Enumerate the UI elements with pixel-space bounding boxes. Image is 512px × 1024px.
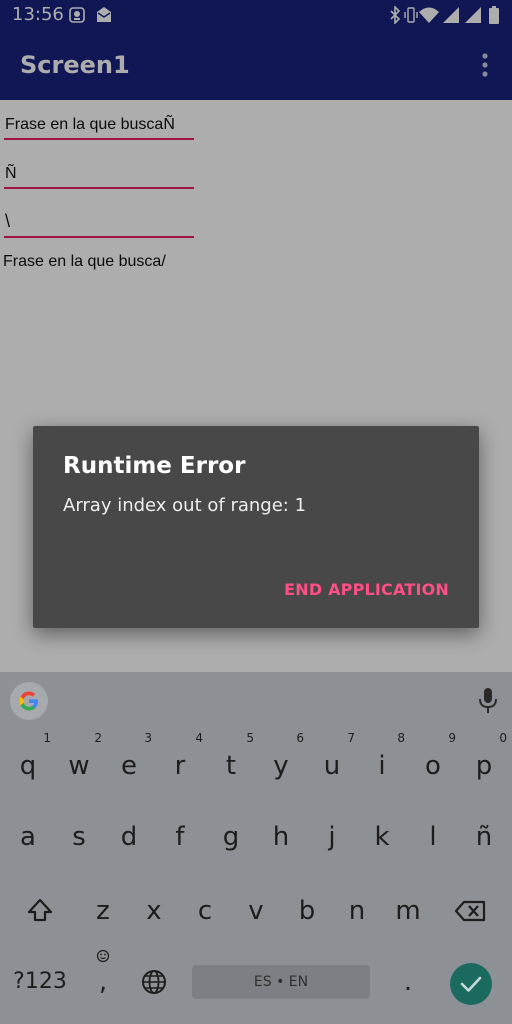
enter-key[interactable]: [450, 963, 492, 1005]
key-w[interactable]: w2: [54, 731, 104, 791]
key-r-hint: 4: [195, 731, 203, 745]
key-j-label: j: [328, 822, 336, 852]
symbols-key-label: ?123: [13, 969, 67, 994]
keyboard-toolbar: [0, 672, 512, 728]
backspace-key[interactable]: [446, 886, 496, 936]
key-s-label: s: [72, 822, 86, 852]
key-t-hint: 5: [246, 731, 254, 745]
key-a[interactable]: a: [3, 812, 53, 862]
key-e-hint: 3: [144, 731, 152, 745]
key-n-tilde[interactable]: ñ: [459, 812, 509, 862]
key-p-label: p: [475, 751, 493, 781]
key-i[interactable]: i8: [357, 731, 407, 791]
key-d[interactable]: d: [104, 812, 154, 862]
key-u-hint: 7: [347, 731, 355, 745]
key-v[interactable]: v: [231, 886, 281, 936]
keyboard: q1 w2 e3 r4 t5 y6 u7 i8 o9 p0 a s d f g …: [0, 672, 512, 1024]
language-key[interactable]: [129, 957, 179, 1007]
key-m-label: m: [395, 896, 421, 926]
key-q-hint: 1: [43, 731, 51, 745]
key-w-label: w: [68, 751, 90, 781]
key-n-tilde-label: ñ: [475, 822, 493, 852]
google-search-button[interactable]: [10, 682, 48, 720]
check-icon: [460, 976, 482, 992]
symbols-key[interactable]: ?123: [10, 957, 70, 1007]
key-t-label: t: [225, 751, 237, 781]
emoji-icon: [96, 949, 110, 963]
comma-key[interactable]: ,: [78, 949, 128, 1007]
key-l-label: l: [429, 822, 437, 852]
space-bar[interactable]: ES • EN: [192, 965, 370, 999]
key-r-label: r: [174, 751, 186, 781]
key-m[interactable]: m: [383, 886, 433, 936]
globe-icon: [142, 970, 166, 994]
key-u[interactable]: u7: [307, 731, 357, 791]
key-h-label: h: [272, 822, 290, 852]
key-k-label: k: [374, 822, 390, 852]
google-icon: [19, 691, 38, 711]
backspace-icon: [454, 900, 486, 922]
key-o[interactable]: o9: [408, 731, 458, 791]
key-y-label: y: [273, 751, 289, 781]
key-z[interactable]: z: [78, 886, 128, 936]
key-n[interactable]: n: [332, 886, 382, 936]
key-e-label: e: [121, 751, 137, 781]
dialog-message: Array index out of range: 1: [63, 495, 307, 516]
key-f-label: f: [175, 822, 185, 852]
key-i-hint: 8: [397, 731, 405, 745]
key-x-label: x: [146, 896, 162, 926]
key-x[interactable]: x: [129, 886, 179, 936]
key-n-label: n: [348, 896, 366, 926]
key-k[interactable]: k: [357, 812, 407, 862]
mic-icon[interactable]: [476, 686, 500, 716]
key-d-label: d: [120, 822, 138, 852]
key-b-label: b: [298, 896, 316, 926]
key-o-hint: 9: [448, 731, 456, 745]
key-p[interactable]: p0: [459, 731, 509, 791]
key-g-label: g: [222, 822, 240, 852]
key-c-label: c: [197, 896, 213, 926]
end-application-button[interactable]: END APPLICATION: [284, 580, 449, 600]
key-h[interactable]: h: [256, 812, 306, 862]
error-dialog: Runtime Error Array index out of range: …: [33, 426, 479, 628]
key-u-label: u: [323, 751, 341, 781]
shift-icon: [27, 898, 53, 922]
period-key-label: .: [403, 967, 413, 997]
key-e[interactable]: e3: [104, 731, 154, 791]
key-c[interactable]: c: [180, 886, 230, 936]
key-v-label: v: [248, 896, 264, 926]
dialog-title: Runtime Error: [63, 453, 246, 479]
key-z-label: z: [96, 896, 110, 926]
key-s[interactable]: s: [54, 812, 104, 862]
key-r[interactable]: r4: [155, 731, 205, 791]
period-key[interactable]: .: [383, 957, 433, 1007]
comma-key-label: ,: [98, 967, 108, 997]
key-y[interactable]: y6: [256, 731, 306, 791]
key-a-label: a: [20, 822, 36, 852]
key-f[interactable]: f: [155, 812, 205, 862]
key-o-label: o: [425, 751, 441, 781]
key-j[interactable]: j: [307, 812, 357, 862]
key-g[interactable]: g: [206, 812, 256, 862]
screen: 13:56 Screen1 Frase en la que buscaÑ Ñ \…: [0, 0, 512, 1024]
key-t[interactable]: t5: [206, 731, 256, 791]
key-i-label: i: [378, 751, 386, 781]
key-p-hint: 0: [499, 731, 507, 745]
shift-key[interactable]: [15, 886, 65, 936]
key-l[interactable]: l: [408, 812, 458, 862]
key-y-hint: 6: [296, 731, 304, 745]
key-w-hint: 2: [94, 731, 102, 745]
key-b[interactable]: b: [282, 886, 332, 936]
key-q-label: q: [19, 751, 37, 781]
key-q[interactable]: q1: [3, 731, 53, 791]
